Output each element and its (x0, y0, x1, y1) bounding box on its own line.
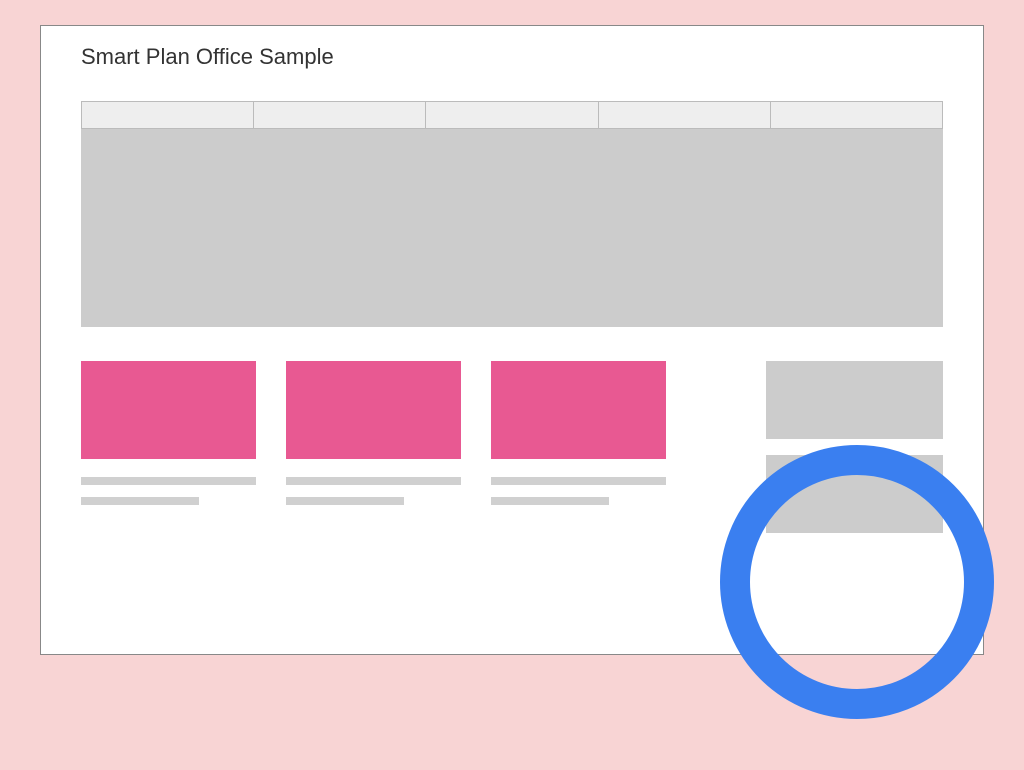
card-image-2 (286, 361, 461, 459)
nav-tab-1[interactable] (82, 102, 254, 128)
hero-banner (81, 129, 943, 327)
card-subtitle-placeholder (81, 497, 199, 505)
card-title-placeholder (491, 477, 666, 485)
card-3[interactable] (491, 361, 666, 505)
nav-tabs (81, 101, 943, 129)
card-image-1 (81, 361, 256, 459)
card-subtitle-placeholder (286, 497, 404, 505)
sidebar-block-1 (766, 361, 943, 439)
card-subtitle-placeholder (491, 497, 609, 505)
nav-tab-3[interactable] (426, 102, 598, 128)
page-title: Smart Plan Office Sample (41, 26, 983, 70)
highlight-circle-icon (720, 445, 994, 719)
nav-tab-2[interactable] (254, 102, 426, 128)
card-title-placeholder (286, 477, 461, 485)
nav-tab-5[interactable] (771, 102, 942, 128)
card-1[interactable] (81, 361, 256, 505)
card-image-3 (491, 361, 666, 459)
card-2[interactable] (286, 361, 461, 505)
card-title-placeholder (81, 477, 256, 485)
nav-tab-4[interactable] (599, 102, 771, 128)
